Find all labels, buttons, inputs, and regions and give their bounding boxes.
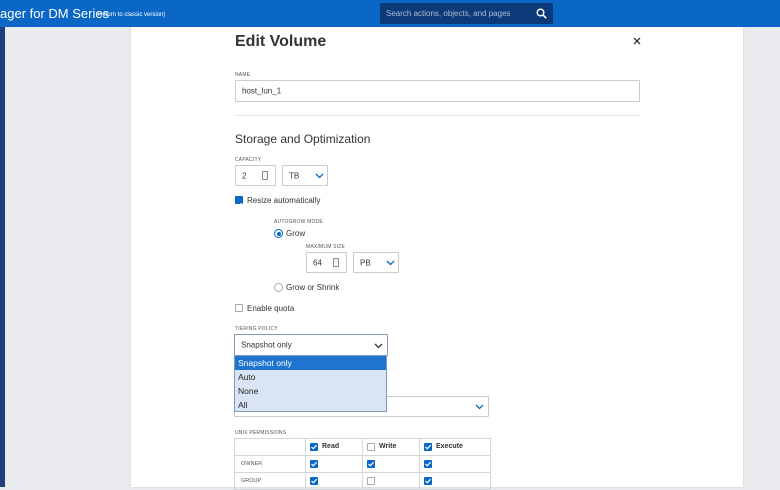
checkmark-icon xyxy=(425,461,432,467)
checkmark-icon xyxy=(311,478,318,484)
row-label: GROUP xyxy=(241,478,262,484)
max-size-unit-select[interactable]: PB xyxy=(353,252,399,273)
close-icon[interactable] xyxy=(633,37,641,45)
group-execute-checkbox[interactable] xyxy=(424,477,432,485)
section-divider xyxy=(235,115,640,116)
read-header-label: Read xyxy=(322,443,340,450)
name-value: host_lun_1 xyxy=(242,86,282,96)
search-input[interactable] xyxy=(380,3,530,24)
autogrow-label: AUTOGROW MODE xyxy=(274,219,323,225)
left-nav-strip xyxy=(0,27,5,487)
write-all-checkbox[interactable] xyxy=(367,443,375,451)
name-field[interactable]: host_lun_1 xyxy=(235,80,640,102)
global-search xyxy=(380,3,553,24)
quota-label: Enable quota xyxy=(247,304,295,313)
tiering-option[interactable]: None xyxy=(235,384,386,398)
checkmark-icon xyxy=(311,461,318,467)
tiering-label: TIERING POLICY xyxy=(235,326,278,332)
owner-execute-checkbox[interactable] xyxy=(424,460,432,468)
quota-checkbox[interactable] xyxy=(235,304,243,312)
checkmark-icon xyxy=(236,202,243,208)
max-size-value: 64 xyxy=(313,258,322,267)
checkmark-icon xyxy=(368,461,375,467)
execute-header-label: Execute xyxy=(436,443,463,450)
checkmark-icon xyxy=(311,444,318,450)
grow-or-shrink-label: Grow or Shrink xyxy=(286,283,340,292)
capacity-stepper[interactable]: 2 xyxy=(235,165,276,186)
stepper-arrows-icon[interactable] xyxy=(262,171,268,180)
tiering-option[interactable]: All xyxy=(235,398,386,412)
tiering-option[interactable]: Snapshot only xyxy=(235,356,386,370)
name-label: NAME xyxy=(235,72,251,78)
dialog-title: Edit Volume xyxy=(235,33,327,50)
read-all-checkbox[interactable] xyxy=(310,443,318,451)
read-header: Read xyxy=(305,438,363,456)
section-title: Storage and Optimization xyxy=(235,132,371,146)
row-label: OWNER xyxy=(241,461,263,467)
unix-permissions-label: UNIX PERMISSIONS xyxy=(235,430,287,436)
write-header: Write xyxy=(362,438,420,456)
capacity-unit-value: TB xyxy=(289,171,300,180)
table-row: OWNER xyxy=(234,455,491,473)
capacity-unit-select[interactable]: TB xyxy=(282,165,328,186)
tiering-value: Snapshot only xyxy=(241,340,292,350)
tiering-option[interactable]: Auto xyxy=(235,370,386,384)
tiering-select[interactable]: Snapshot only xyxy=(234,334,388,356)
table-header-row: Read Write Execute xyxy=(234,438,491,456)
return-classic-link[interactable]: (Return to classic version) xyxy=(96,12,165,18)
grow-or-shrink-radio[interactable] xyxy=(274,283,283,292)
owner-write-checkbox[interactable] xyxy=(367,460,375,468)
top-nav-bar: ager for DM Series (Return to classic ve… xyxy=(0,0,780,27)
capacity-value: 2 xyxy=(242,171,247,180)
chevron-down-icon xyxy=(374,343,383,349)
edit-volume-dialog: Edit Volume NAME host_lun_1 Storage and … xyxy=(131,27,743,490)
resize-checkbox[interactable] xyxy=(235,196,243,208)
chevron-down-icon xyxy=(475,404,484,410)
tiering-options-list: Snapshot only Auto None All xyxy=(234,355,387,412)
owner-read-checkbox[interactable] xyxy=(310,460,318,468)
checkmark-icon xyxy=(425,478,432,484)
resize-label: Resize automatically xyxy=(247,196,321,205)
max-size-stepper[interactable]: 64 xyxy=(306,252,347,273)
chevron-down-icon xyxy=(386,260,395,266)
execute-header: Execute xyxy=(419,438,491,456)
group-read-checkbox[interactable] xyxy=(310,477,318,485)
capacity-label: CAPACITY xyxy=(235,157,262,163)
max-size-unit-value: PB xyxy=(360,258,371,267)
chevron-down-icon xyxy=(315,173,324,179)
grow-radio[interactable] xyxy=(274,229,283,238)
max-size-label: MAXIMUM SIZE xyxy=(306,244,346,250)
execute-all-checkbox[interactable] xyxy=(424,443,432,451)
group-write-checkbox[interactable] xyxy=(367,477,375,485)
app-title: ager for DM Series xyxy=(0,6,110,21)
permissions-table: Read Write Execute OWNER GROUP xyxy=(234,438,491,490)
checkmark-icon xyxy=(425,444,432,450)
write-header-label: Write xyxy=(379,443,397,450)
search-icon[interactable] xyxy=(536,8,547,19)
grow-label: Grow xyxy=(286,229,306,238)
stepper-arrows-icon[interactable] xyxy=(333,258,339,267)
